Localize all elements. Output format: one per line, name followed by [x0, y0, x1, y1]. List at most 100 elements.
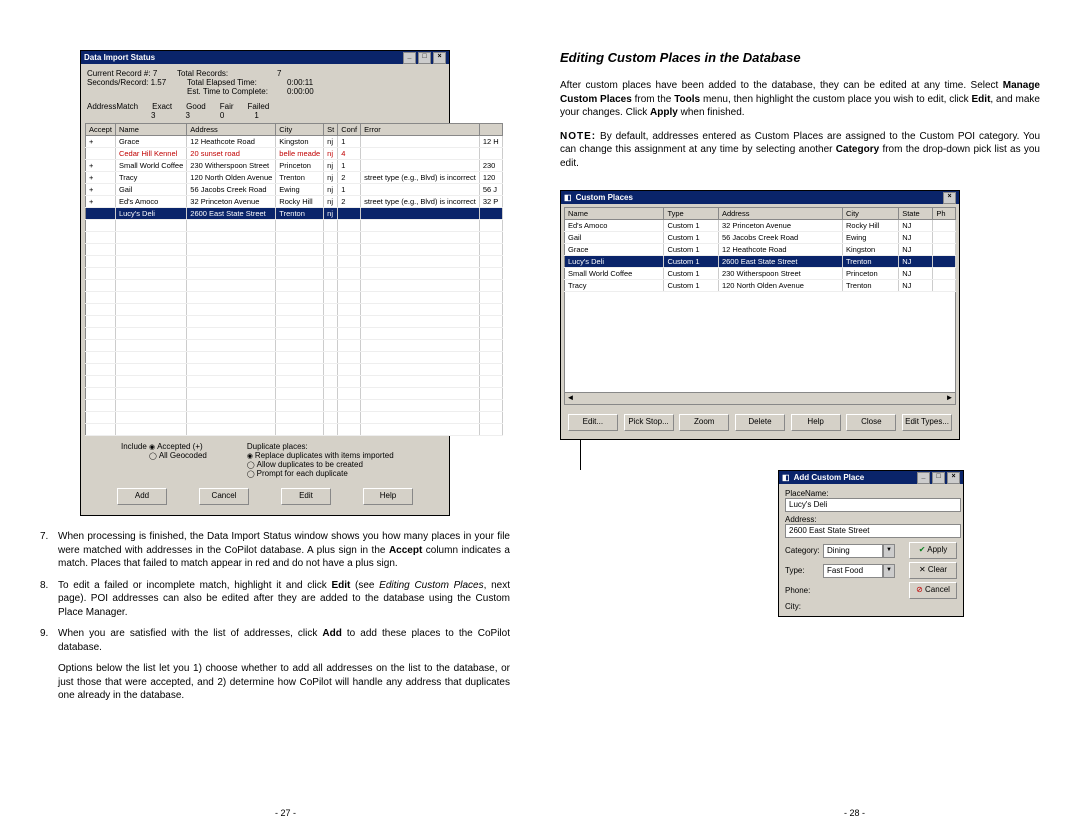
table-row[interactable]: +Small World Coffee230 Witherspoon Stree… — [86, 160, 503, 172]
column-header[interactable]: Conf — [338, 124, 361, 136]
window-title: Add Custom Place — [794, 471, 865, 484]
cp-edit-button[interactable]: Edit... — [568, 414, 618, 431]
address-field[interactable]: 2600 East State Street — [785, 524, 961, 538]
maximize-icon[interactable]: □ — [418, 52, 431, 64]
close-icon[interactable]: × — [433, 52, 446, 64]
place-name-label: PlaceName: — [785, 489, 957, 498]
table-row[interactable]: GraceCustom 112 Heathcote RoadKingstonNJ — [565, 244, 956, 256]
duplicate-label: Duplicate places: — [247, 442, 308, 451]
import-grid[interactable]: AcceptNameAddressCityStConfError +Grace1… — [85, 123, 503, 436]
failed-value: 1 — [254, 111, 258, 120]
main-paragraph: After custom places have been added to t… — [560, 79, 1040, 120]
maximize-icon[interactable]: □ — [932, 472, 945, 484]
para-7: 7. When processing is finished, the Data… — [58, 530, 510, 571]
include-all-radio[interactable]: All Geocoded — [149, 451, 207, 460]
add-button[interactable]: Add — [117, 488, 167, 505]
table-row[interactable]: TracyCustom 1120 North Olden AvenueTrent… — [565, 280, 956, 292]
good-value: 3 — [185, 111, 189, 120]
table-row[interactable]: Cedar Hill Kennel20 sunset roadbelle mea… — [86, 148, 503, 160]
page-number: - 27 - — [275, 808, 296, 818]
para-8: 8. To edit a failed or incomplete match,… — [58, 579, 510, 620]
column-header[interactable]: City — [276, 124, 324, 136]
total-elapsed-value: 0:00:11 — [287, 78, 313, 87]
column-header[interactable]: Accept — [86, 124, 116, 136]
column-header[interactable]: City — [843, 208, 899, 220]
good-label: Good — [186, 102, 206, 111]
minimize-icon[interactable]: _ — [403, 52, 416, 64]
edit-button[interactable]: Edit — [281, 488, 331, 505]
help-button[interactable]: Help — [363, 488, 413, 505]
window-titlebar: ◧ Custom Places × — [561, 191, 959, 204]
city-label: City: — [785, 602, 957, 611]
column-header[interactable]: Type — [664, 208, 719, 220]
section-heading: Editing Custom Places in the Database — [560, 50, 1040, 65]
exact-label: Exact — [152, 102, 172, 111]
column-header[interactable]: Error — [361, 124, 480, 136]
cp-close-button[interactable]: Close — [846, 414, 896, 431]
category-label: Category: — [785, 546, 823, 555]
cp-pick-stop-button[interactable]: Pick Stop... — [624, 414, 674, 431]
window-title: Data Import Status — [84, 51, 155, 64]
clear-button[interactable]: ✕ Clear — [909, 562, 957, 579]
para-9: 9. When you are satisfied with the list … — [58, 627, 510, 703]
table-row[interactable]: Ed's AmocoCustom 132 Princeton AvenueRoc… — [565, 220, 956, 232]
category-combo[interactable]: Dining ▼ — [823, 544, 895, 558]
column-header[interactable]: Address — [187, 124, 276, 136]
minimize-icon[interactable]: _ — [917, 472, 930, 484]
include-accepted-radio[interactable]: Accepted (+) — [149, 442, 203, 451]
table-row[interactable]: Lucy's Deli2600 East State StreetTrenton… — [86, 208, 503, 220]
cancel-button[interactable]: ⊘ Cancel — [909, 582, 957, 599]
column-header[interactable]: State — [899, 208, 933, 220]
cp-edit-types-button[interactable]: Edit Types... — [902, 414, 952, 431]
failed-label: Failed — [248, 102, 270, 111]
column-header[interactable]: Name — [565, 208, 664, 220]
current-record-label: Current Record #: — [87, 69, 151, 78]
column-header[interactable]: Address — [718, 208, 842, 220]
column-header[interactable]: Name — [115, 124, 186, 136]
total-records-value: 7 — [277, 69, 281, 78]
cancel-icon: ⊘ — [916, 585, 923, 594]
fair-value: 0 — [220, 111, 224, 120]
table-row[interactable]: +Gail56 Jacobs Creek RoadEwingnj156 J — [86, 184, 503, 196]
chevron-down-icon[interactable]: ▼ — [883, 544, 895, 558]
add-custom-place-window: ◧ Add Custom Place _ □ × PlaceName: Lucy… — [778, 470, 964, 617]
table-row[interactable]: +Tracy120 North Olden AvenueTrentonnj2st… — [86, 172, 503, 184]
type-label: Type: — [785, 566, 823, 575]
scroll-left-icon[interactable]: ◄ — [565, 393, 576, 404]
cp-delete-button[interactable]: Delete — [735, 414, 785, 431]
table-row[interactable]: Lucy's DeliCustom 12600 East State Stree… — [565, 256, 956, 268]
table-row[interactable]: +Ed's Amoco32 Princeton AvenueRocky Hill… — [86, 196, 503, 208]
table-row[interactable]: GailCustom 156 Jacobs Creek RoadEwingNJ — [565, 232, 956, 244]
close-icon[interactable]: × — [947, 472, 960, 484]
chevron-down-icon[interactable]: ▼ — [883, 564, 895, 578]
column-header[interactable] — [479, 124, 502, 136]
dup-replace-radio[interactable]: Replace duplicates with items imported — [247, 451, 394, 460]
seconds-per-record-value: 1.57 — [151, 78, 167, 87]
window-titlebar: ◧ Add Custom Place _ □ × — [779, 471, 963, 484]
phone-label: Phone: — [785, 586, 823, 595]
apply-button[interactable]: ✔ Apply — [909, 542, 957, 559]
window-titlebar: Data Import Status _ □ × — [81, 51, 449, 64]
type-combo[interactable]: Fast Food ▼ — [823, 564, 895, 578]
table-row[interactable]: Small World CoffeeCustom 1230 Witherspoo… — [565, 268, 956, 280]
close-icon[interactable]: × — [943, 192, 956, 204]
dup-prompt-radio[interactable]: Prompt for each duplicate — [247, 469, 348, 478]
column-header[interactable]: Ph — [933, 208, 956, 220]
app-icon: ◧ — [782, 471, 790, 484]
scroll-right-icon[interactable]: ► — [944, 393, 955, 404]
custom-places-grid[interactable]: NameTypeAddressCityStatePh Ed's AmocoCus… — [564, 207, 956, 292]
place-name-field[interactable]: Lucy's Deli — [785, 498, 961, 512]
app-icon: ◧ — [564, 191, 572, 204]
table-row[interactable]: +Grace12 Heathcote RoadKingstonnj112 H — [86, 136, 503, 148]
note-paragraph: NOTE: By default, addresses entered as C… — [560, 130, 1040, 171]
data-import-status-window: Data Import Status _ □ × Current Record … — [80, 50, 450, 516]
seconds-per-record-label: Seconds/Record: — [87, 78, 148, 87]
cp-help-button[interactable]: Help — [791, 414, 841, 431]
dup-allow-radio[interactable]: Allow duplicates to be created — [247, 460, 363, 469]
exact-value: 3 — [151, 111, 155, 120]
x-icon: ✕ — [919, 565, 926, 574]
cp-zoom-button[interactable]: Zoom — [679, 414, 729, 431]
column-header[interactable]: St — [324, 124, 338, 136]
address-label: Address: — [785, 515, 957, 524]
cancel-button[interactable]: Cancel — [199, 488, 249, 505]
